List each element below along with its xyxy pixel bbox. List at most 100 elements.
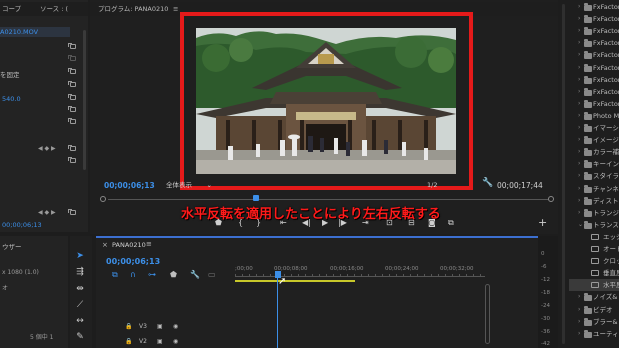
add-button-icon[interactable]: + <box>538 216 547 229</box>
settings-wrench-icon[interactable]: 🔧 <box>190 270 200 279</box>
reset-icon[interactable] <box>68 209 76 215</box>
reset-icon[interactable] <box>68 94 76 100</box>
effects-folder-row[interactable]: › FxFactory <box>569 62 619 74</box>
resolution-select[interactable]: 1/2 <box>427 181 437 189</box>
chevron-right-icon[interactable]: › <box>578 13 580 25</box>
add-marker-icon[interactable]: ⬟ <box>170 270 177 279</box>
reset-icon[interactable] <box>68 118 76 124</box>
sequence-tab[interactable]: PANA0210 <box>112 241 146 249</box>
chevron-right-icon[interactable]: › <box>578 74 580 86</box>
pen-tool-icon[interactable]: ✎ <box>74 331 86 343</box>
effects-folder-row[interactable]: › カラー補 <box>569 146 619 158</box>
chevron-right-icon[interactable]: › <box>578 25 580 37</box>
panel-scrollbar[interactable] <box>562 4 565 344</box>
chevron-right-icon[interactable]: › <box>578 49 580 61</box>
chevron-right-icon[interactable]: › <box>578 86 580 98</box>
zoom-select[interactable]: 全体表示 ⌄ <box>166 180 214 190</box>
track-name[interactable]: V2 <box>139 338 147 345</box>
nest-icon[interactable]: ⧉ <box>112 270 118 280</box>
effects-folder-row[interactable]: ⌄ トランス <box>569 219 619 231</box>
effects-folder-row[interactable]: › ビデオ <box>569 304 619 316</box>
work-area-bar[interactable] <box>235 280 355 282</box>
in-point-icon[interactable]: { <box>238 218 243 227</box>
playhead-marker[interactable] <box>253 195 259 201</box>
effects-folder-row[interactable]: › FxFactory <box>569 74 619 86</box>
chevron-right-icon[interactable]: › <box>578 170 580 182</box>
track-select-tool-icon[interactable]: ⇶ <box>74 266 86 278</box>
slip-tool-icon[interactable]: ↔ <box>74 315 86 327</box>
effects-folder-row[interactable]: › FxFactory <box>569 37 619 49</box>
effect-item-row[interactable]: エッジ <box>569 231 619 243</box>
keyframe-nav[interactable]: ◀ ◆ ▶ <box>38 209 56 216</box>
reset-icon[interactable] <box>68 157 76 163</box>
chevron-right-icon[interactable]: › <box>578 110 580 122</box>
chevron-right-icon[interactable]: › <box>578 62 580 74</box>
effect-item-row[interactable]: 水平反 <box>569 279 619 292</box>
marker-icon[interactable]: ⬟ <box>215 218 222 227</box>
program-timecode[interactable]: 00;00;06;13 <box>104 181 155 190</box>
effects-folder-row[interactable]: › イメージ <box>569 134 619 146</box>
hamburger-icon[interactable]: ≡ <box>173 2 178 16</box>
effects-folder-row[interactable]: › FxFactory <box>569 86 619 98</box>
chevron-right-icon[interactable]: › <box>578 195 580 207</box>
chevron-right-icon[interactable]: › <box>578 183 580 195</box>
insert-icon[interactable]: ⊡ <box>386 218 393 227</box>
chevron-right-icon[interactable]: › <box>578 304 580 316</box>
effects-folder-row[interactable]: › FxFactory <box>569 1 619 13</box>
effects-folder-row[interactable]: › チャンネ <box>569 183 619 195</box>
effects-folder-row[interactable]: › FxFactory <box>569 25 619 37</box>
effects-folder-row[interactable]: › トランジ <box>569 207 619 219</box>
reset-icon[interactable] <box>68 106 76 112</box>
chevron-right-icon[interactable]: › <box>578 158 580 170</box>
step-back-icon[interactable]: ◀| <box>302 218 311 227</box>
eye-icon[interactable]: ◉ <box>173 338 178 345</box>
keyframe-nav[interactable]: ◀ ◆ ▶ <box>38 145 56 152</box>
play-icon[interactable]: ▶ <box>322 218 328 227</box>
effects-folder-row[interactable]: › ユーティ <box>569 328 619 340</box>
reset-icon[interactable] <box>68 55 76 61</box>
effects-folder-row[interactable]: › Photo Mo <box>569 110 619 122</box>
comparison-icon[interactable]: ⧉ <box>448 218 454 228</box>
effects-folder-row[interactable]: › イマーシ <box>569 122 619 134</box>
effects-folder-row[interactable]: › キーイン <box>569 158 619 170</box>
snap-icon[interactable]: ∩ <box>130 270 136 279</box>
effects-folder-row[interactable]: › ディスト <box>569 195 619 207</box>
effect-item-row[interactable]: クロッ <box>569 255 619 267</box>
chevron-right-icon[interactable]: › <box>578 37 580 49</box>
tab-scope[interactable]: コープ <box>2 2 21 16</box>
program-monitor-title[interactable]: プログラム: PANA0210 <box>98 2 168 16</box>
lock-icon[interactable]: 🔒 <box>125 338 132 345</box>
eye-icon[interactable]: ◉ <box>173 323 178 330</box>
step-forward-icon[interactable]: |▶ <box>338 218 347 227</box>
timeline-scrollbar[interactable] <box>485 284 490 344</box>
ripple-edit-tool-icon[interactable]: ⇹ <box>74 283 86 295</box>
scrub-end-handle[interactable] <box>548 196 554 202</box>
effect-item-row[interactable]: 垂直反 <box>569 267 619 279</box>
toggle-sync-icon[interactable]: ▣ <box>157 323 163 330</box>
go-to-in-icon[interactable]: ⇤ <box>280 218 287 227</box>
hamburger-icon[interactable]: ≡ <box>146 240 152 248</box>
linked-selection-icon[interactable]: ⊶ <box>148 270 156 279</box>
param-value[interactable]: 540.0 <box>2 95 21 103</box>
go-to-out-icon[interactable]: ⇥ <box>362 218 369 227</box>
scrub-bar[interactable] <box>100 195 555 203</box>
overwrite-icon[interactable]: ⊟ <box>408 218 415 227</box>
toggle-sync-icon[interactable]: ▣ <box>157 338 163 345</box>
razor-tool-icon[interactable]: ⟋ <box>74 299 86 311</box>
tab-source[interactable]: ソース : ( <box>40 2 68 16</box>
chevron-right-icon[interactable]: › <box>578 316 580 328</box>
chevron-right-icon[interactable]: › <box>578 146 580 158</box>
chevron-right-icon[interactable]: › <box>578 122 580 134</box>
effect-item-row[interactable]: オート <box>569 243 619 255</box>
captions-icon[interactable]: ▭ <box>208 270 216 279</box>
reset-icon[interactable] <box>68 145 76 151</box>
effects-folder-row[interactable]: › FxFactory <box>569 49 619 61</box>
close-icon[interactable]: × <box>102 241 108 249</box>
reset-icon[interactable] <box>68 43 76 49</box>
chevron-right-icon[interactable]: › <box>578 1 580 13</box>
chevron-right-icon[interactable]: › <box>578 291 580 303</box>
selection-tool-icon[interactable]: ➤ <box>74 250 86 262</box>
effects-folder-row[interactable]: › ブラー& <box>569 316 619 328</box>
lock-icon[interactable]: 🔒 <box>125 323 132 330</box>
effects-folder-row[interactable]: › ノイズ& <box>569 291 619 303</box>
